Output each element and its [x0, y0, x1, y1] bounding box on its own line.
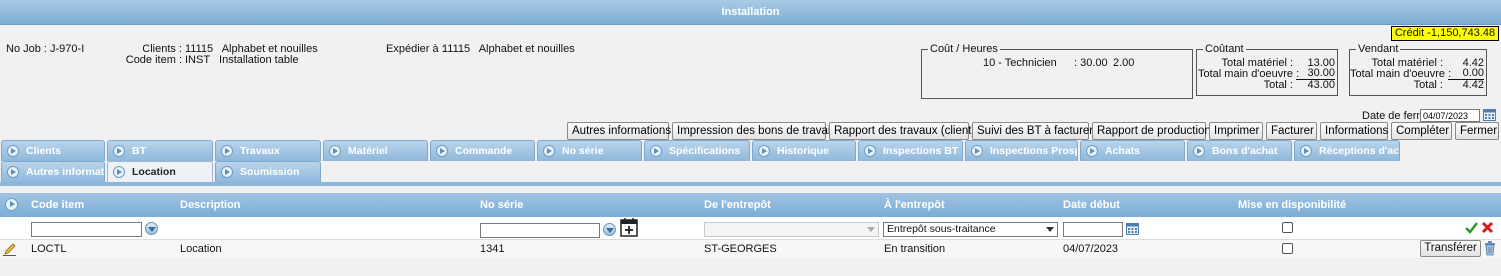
tab-arrow-icon: [329, 145, 341, 157]
tab-commande[interactable]: Commande: [430, 140, 535, 161]
tab-receptions-achat[interactable]: Réceptions d'achat: [1294, 140, 1400, 161]
expedier-value: 11115 Alphabet et nouilles: [442, 43, 575, 55]
tab-arrow-icon: [650, 145, 662, 157]
de-entrepot-select: [704, 222, 879, 237]
tab-arrow-icon: [436, 145, 448, 157]
tab-soumission[interactable]: Soumission: [215, 161, 321, 182]
code-item-value: INST Installation table: [185, 54, 299, 66]
informations-button[interactable]: Informations: [1320, 122, 1388, 140]
tab-arrow-icon: [221, 166, 233, 178]
code-item-label: Code item :: [125, 54, 182, 66]
col-description[interactable]: Description: [180, 193, 241, 217]
tab-location[interactable]: Location: [107, 161, 213, 182]
calendar-icon[interactable]: [1126, 222, 1139, 235]
cout-heures-legend: Coût / Heures: [930, 43, 998, 55]
tab-historique[interactable]: Historique: [752, 140, 856, 161]
tab-arrow-icon: [113, 145, 125, 157]
tab-arrow-icon: [1300, 145, 1312, 157]
cout-heures-panel: Coût / Heures: [921, 43, 1193, 99]
rapport-travaux-client-button[interactable]: Rapport des travaux (client): [829, 122, 975, 140]
col-de-entrepot[interactable]: De l'entrepôt: [704, 193, 771, 217]
tab-inspections-bt[interactable]: Inspections BT: [858, 140, 963, 161]
tab-strip-band: [0, 182, 1501, 186]
col-no-serie[interactable]: No série: [480, 193, 523, 217]
date-debut-input[interactable]: [1063, 222, 1123, 237]
edit-pencil-icon[interactable]: [3, 242, 17, 256]
tab-arrow-icon: [113, 166, 125, 178]
tab-arrow-icon: [221, 145, 233, 157]
row-mise-disponibilite-checkbox[interactable]: [1282, 243, 1293, 254]
row-a-entrepot: En transition: [884, 243, 946, 255]
col-a-entrepot[interactable]: À l'entrepôt: [884, 193, 945, 217]
tab-arrow-icon: [7, 166, 19, 178]
chevron-down-icon: [867, 227, 875, 232]
expedier-label: Expédier à :: [386, 43, 445, 55]
row-code-item: LOCTL: [31, 243, 67, 255]
grid-header: Code item Description No série De l'entr…: [0, 193, 1501, 217]
vendant-total-label: Total :: [1413, 79, 1443, 91]
col-mise-disponibilite[interactable]: Mise en disponibilité: [1238, 193, 1346, 217]
row-description: Location: [180, 243, 222, 255]
collapse-icon[interactable]: [5, 198, 18, 211]
cancel-x-icon[interactable]: [1481, 221, 1494, 234]
transferer-button[interactable]: Transférer: [1420, 240, 1481, 257]
window-title: Installation: [0, 0, 1501, 25]
tab-arrow-icon: [7, 145, 19, 157]
impression-bons-travail-button[interactable]: Impression des bons de travail: [672, 122, 833, 140]
autres-informations-button[interactable]: Autres informations: [567, 122, 671, 140]
coutant-total-value: 43.00: [1307, 79, 1335, 91]
tab-arrow-icon: [1086, 145, 1098, 157]
tab-achats[interactable]: Achats: [1080, 140, 1185, 161]
tab-arrow-icon: [758, 145, 770, 157]
row-de-entrepot: ST-GEORGES: [704, 243, 777, 255]
tab-travaux[interactable]: Travaux: [215, 140, 321, 161]
tab-arrow-icon: [543, 145, 555, 157]
tab-autres-informations[interactable]: Autres informations: [1, 161, 105, 182]
mise-disponibilite-checkbox[interactable]: [1282, 222, 1293, 233]
chevron-down-icon: [1046, 227, 1054, 232]
tab-arrow-icon: [971, 145, 983, 157]
fermeture-date-input[interactable]: [1420, 109, 1480, 122]
vendant-legend: Vendant: [1358, 43, 1399, 55]
a-entrepot-select[interactable]: Entrepôt sous-traitance: [883, 222, 1058, 237]
calendar-add-icon[interactable]: [620, 217, 638, 237]
calendar-icon[interactable]: [1483, 108, 1496, 121]
no-serie-input[interactable]: [480, 223, 600, 238]
facturer-button[interactable]: Facturer: [1266, 122, 1317, 140]
cout-line-rate: : 30.00: [1074, 57, 1108, 69]
coutant-legend: Coûtant: [1205, 43, 1244, 55]
completer-button[interactable]: Compléter: [1391, 122, 1452, 140]
cout-line-name: 10 - Technicien: [983, 57, 1057, 69]
delete-trash-icon[interactable]: [1484, 241, 1496, 256]
coutant-total-label: Total :: [1263, 79, 1293, 91]
tab-materiel[interactable]: Matériel: [323, 140, 428, 161]
no-serie-lookup-icon[interactable]: [603, 223, 616, 236]
vendant-total-value: 4.42: [1462, 79, 1484, 91]
tab-no-serie[interactable]: No série: [537, 140, 642, 161]
tab-bons-achat[interactable]: Bons d'achat: [1187, 140, 1292, 161]
col-code-item[interactable]: Code item: [31, 193, 84, 217]
grid-entry-row: Entrepôt sous-traitance: [0, 217, 1501, 240]
row-date-debut: 04/07/2023: [1063, 243, 1119, 255]
code-item-lookup-icon[interactable]: [145, 222, 158, 235]
suivi-bt-facturer-button[interactable]: Suivi des BT à facturer: [972, 122, 1093, 140]
fermer-button[interactable]: Fermer: [1455, 122, 1499, 140]
tab-specifications[interactable]: Spécifications: [644, 140, 750, 161]
tab-arrow-icon: [864, 145, 876, 157]
tab-clients[interactable]: Clients: [1, 140, 105, 161]
tab-bt[interactable]: BT: [107, 140, 213, 161]
row-no-serie: 1341: [480, 243, 505, 255]
tab-inspections-prospect[interactable]: Inspections Prospect: [965, 140, 1078, 161]
job-number: No Job : J-970-I: [6, 43, 85, 55]
cout-line-hours: 2.00: [1113, 57, 1135, 69]
col-date-debut[interactable]: Date début: [1063, 193, 1120, 217]
tab-arrow-icon: [1193, 145, 1205, 157]
code-item-input[interactable]: [31, 222, 142, 237]
table-row: LOCTL Location 1341 ST-GEORGES En transi…: [0, 240, 1501, 258]
credit-badge: Crédit -1,150,743.48: [1391, 26, 1499, 41]
rapport-production-button[interactable]: Rapport de production: [1092, 122, 1211, 140]
check-save-icon[interactable]: [1465, 222, 1478, 234]
imprimer-button[interactable]: Imprimer: [1209, 122, 1263, 140]
